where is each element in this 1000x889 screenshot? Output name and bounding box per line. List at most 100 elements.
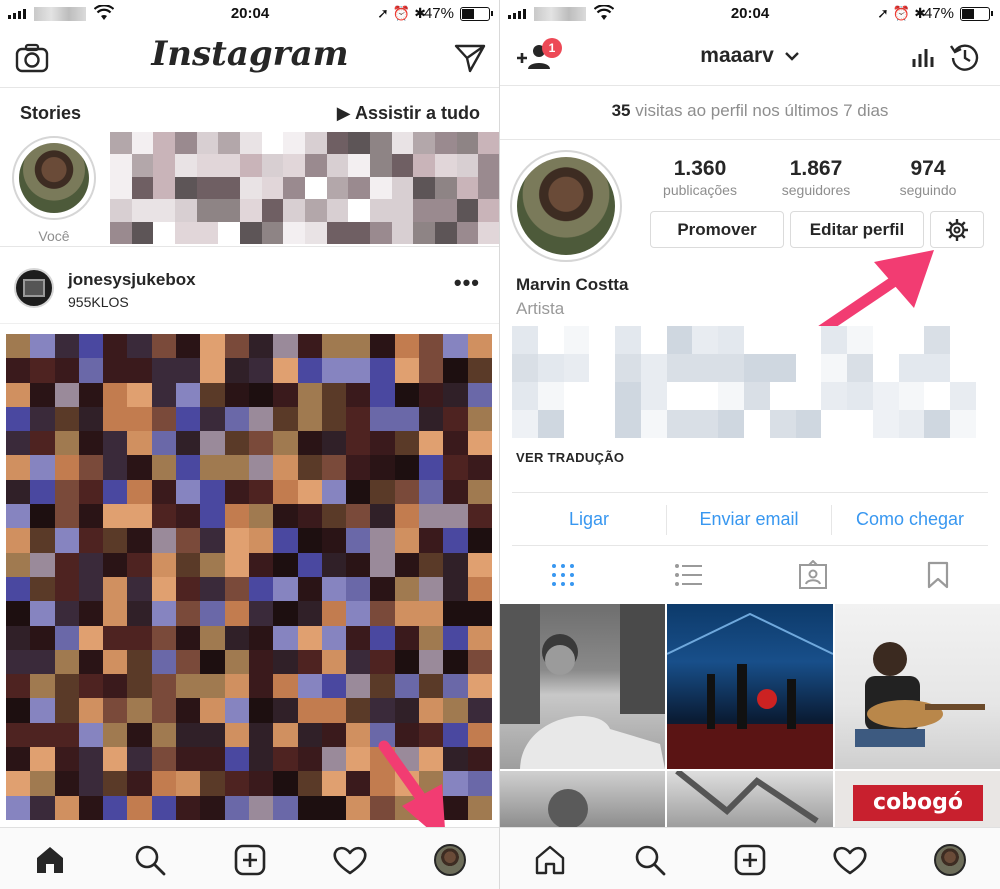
profile-screen: 20:04 ➚⏰✱ 47% 1 maaarv 35 visitas ao per… [500,0,1000,889]
redacted-pixel [321,455,347,480]
redacted-pixel [370,601,395,626]
redacted-pixel [744,326,770,354]
redacted-pixel [78,431,104,456]
activity-heart-icon[interactable] [830,840,870,880]
direct-send-icon[interactable] [452,40,488,76]
redacted-pixel [769,410,796,438]
redacted-pixel [30,722,55,748]
redacted-pixel [103,747,128,772]
search-icon[interactable] [130,840,170,880]
redacted-pixel [6,747,31,772]
redacted-pixel [127,649,152,675]
post-location[interactable]: 955KLOS [68,294,129,310]
redacted-pixel [200,722,225,748]
redacted-pixel [224,601,249,626]
profile-avatar[interactable] [930,840,970,880]
redacted-pixel [273,698,298,723]
new-post-icon[interactable] [230,840,270,880]
stat-following[interactable]: 974 seguindo [868,157,988,198]
redacted-pixel [321,795,347,820]
redacted-pixel [467,479,492,505]
redacted-pixel [394,431,420,456]
redacted-pixel [297,455,322,480]
redacted-pixel [6,649,31,675]
redacted-pixel [103,406,128,432]
redacted-pixel [78,698,104,723]
redacted-pixel [370,674,395,699]
grid-view-icon[interactable] [543,558,583,592]
search-icon[interactable] [630,840,670,880]
contact-options: Ligar Enviar email Como chegar [512,492,988,546]
redacted-pixel [273,406,298,432]
grid-photo[interactable] [667,604,833,769]
redacted-pixel [443,698,468,723]
grid-photo[interactable] [835,604,1000,769]
watch-all-stories-link[interactable]: ▶ Assistir a tudo [337,103,480,124]
promote-button[interactable]: Promover [650,211,784,248]
redacted-pixel [419,479,444,505]
redacted-pixel [273,771,298,796]
new-post-icon[interactable] [730,840,770,880]
redacted-pixel [6,601,31,626]
list-view-icon[interactable] [668,558,708,592]
redacted-pixel [6,479,31,505]
redacted-pixel [297,625,322,650]
redacted-pixel [898,382,925,410]
grid-photo[interactable] [500,771,665,830]
redacted-pixel [348,154,370,177]
redacted-pixel [78,747,104,772]
settings-button[interactable] [930,211,984,248]
redacted-pixel [847,354,873,382]
redacted-pixel [103,625,128,650]
directions-button[interactable]: Como chegar [832,493,988,547]
redacted-pixel [443,674,468,699]
redacted-pixel [369,221,392,244]
home-icon[interactable] [530,840,570,880]
photo-content [855,642,985,747]
post-username[interactable]: jonesysjukebox [68,270,196,290]
redacted-pixel [434,221,457,244]
grid-photo[interactable] [667,771,833,830]
redacted-pixel [218,199,240,222]
email-button[interactable]: Enviar email [667,493,831,547]
profile-picture[interactable] [510,150,622,262]
post-author-avatar[interactable] [14,268,54,308]
redacted-pixel [370,576,395,602]
tagged-icon[interactable] [793,558,833,592]
redacted-pixel [103,431,128,456]
redacted-pixel [6,625,31,650]
your-story-avatar[interactable] [12,136,96,220]
redacted-pixel [78,722,104,748]
redacted-pixel [248,576,274,602]
profile-username: maaarv [700,44,774,67]
redacted-pixel [273,504,298,529]
redacted-pixel [589,354,616,382]
redacted-pixel [200,504,225,529]
redacted-pixel [127,479,152,505]
profile-visits-insight[interactable]: 35 visitas ao perfil nos últimos 7 dias [500,86,1000,140]
redacted-pixel [467,649,492,675]
archive-history-icon[interactable] [948,40,982,74]
redacted-pixel [821,410,848,438]
redacted-pixel [370,431,395,456]
call-button[interactable]: Ligar [512,493,666,547]
profile-avatar[interactable] [430,840,470,880]
grid-photo[interactable]: cobogó [835,771,1000,830]
redacted-pixel [54,479,79,505]
activity-heart-icon[interactable] [330,840,370,880]
grid-photo[interactable] [500,604,665,769]
redacted-pixel [692,326,719,354]
saved-icon[interactable] [918,558,958,592]
redacted-pixel [273,382,298,407]
redacted-pixel [370,455,395,480]
redacted-pixel [394,649,420,675]
insights-icon[interactable] [908,42,938,72]
redacted-pixel [30,795,55,820]
see-translation-link[interactable]: VER TRADUÇÃO [516,450,624,465]
stat-posts[interactable]: 1.360 publicações [640,157,760,198]
stat-followers[interactable]: 1.867 seguidores [756,157,876,198]
more-options-icon[interactable]: ••• [454,270,480,296]
home-icon[interactable] [30,840,70,880]
stories-redacted-pixelated[interactable] [110,132,500,244]
edit-profile-button[interactable]: Editar perfil [790,211,924,248]
